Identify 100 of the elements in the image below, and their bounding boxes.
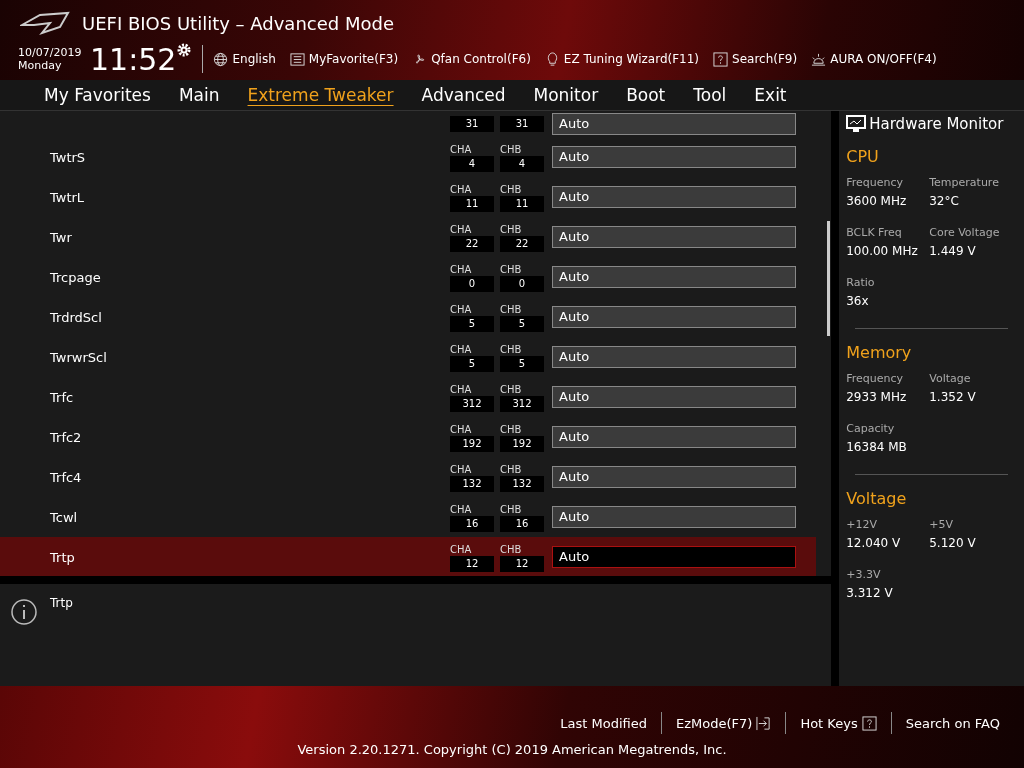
value-field[interactable]: Auto: [552, 506, 796, 528]
date-text: 10/07/2019: [18, 46, 83, 59]
toolbar-button[interactable]: MyFavorite(F3): [289, 51, 399, 67]
channel-label: CHB: [500, 222, 523, 236]
stat-value: 1.449 V: [929, 244, 977, 258]
clock-time: 11:52: [90, 41, 177, 77]
channel-label: CHB: [500, 182, 523, 196]
value-field[interactable]: Auto: [552, 113, 796, 135]
value-field[interactable]: Auto: [552, 146, 796, 168]
setting-label: TwrwrScl: [49, 349, 108, 365]
value-field[interactable]: Auto: [552, 346, 796, 368]
panel-title: Hardware Monitor: [869, 115, 1004, 133]
menu-tab[interactable]: My Favorites: [30, 80, 165, 110]
value-field[interactable]: Auto: [552, 426, 796, 448]
channel-label: CHA: [450, 462, 473, 476]
section-title: Memory: [846, 343, 913, 362]
channel-value: 192: [500, 435, 544, 452]
channel-value: 4: [450, 155, 494, 172]
channel-label: CHA: [450, 542, 473, 556]
channel-label: CHB: [500, 502, 523, 516]
value-field[interactable]: Auto: [552, 186, 796, 208]
channel-value: 312: [450, 395, 494, 412]
channel-value: 312: [500, 395, 544, 412]
menu-tab[interactable]: Exit: [740, 80, 801, 110]
toolbar-button[interactable]: EZ Tuning Wizard(F11): [544, 51, 700, 67]
footer-link[interactable]: Search on FAQ: [891, 715, 1014, 731]
value-field[interactable]: Auto: [552, 306, 796, 328]
info-icon: [10, 598, 38, 626]
toolbar-button[interactable]: English: [213, 51, 276, 67]
stat-label: Temperature: [929, 176, 1000, 189]
toolbar-button[interactable]: Search(F9): [713, 51, 798, 67]
menu-tab[interactable]: Main: [164, 80, 234, 110]
stat-value: 1.352 V: [929, 390, 977, 404]
value-field[interactable]: Auto: [552, 386, 796, 408]
stat-label: Core Voltage: [929, 226, 1001, 239]
channel-label: CHA: [450, 302, 473, 316]
channel-label: CHB: [500, 422, 523, 436]
stat-value: 3.312 V: [846, 586, 894, 600]
setting-label: Trfc2: [49, 429, 83, 445]
menu-tab[interactable]: Extreme Tweaker: [233, 80, 408, 110]
channel-label: CHA: [450, 502, 473, 516]
selected-row[interactable]: Trtp CHA 12 CHB 12 Auto: [0, 537, 816, 576]
channel-label: CHB: [500, 462, 523, 476]
menu-tab[interactable]: Boot: [612, 80, 680, 110]
stat-value: 3600 MHz: [846, 194, 908, 208]
stat-label: Voltage: [929, 372, 972, 385]
channel-value: 5: [500, 315, 544, 332]
menu-tab[interactable]: Tool: [679, 80, 741, 110]
channel-value: 16: [450, 515, 494, 532]
stat-label: +5V: [929, 518, 954, 531]
version-text: Version 2.20.1271. Copyright (C) 2019 American Megatrends, Inc.: [297, 742, 727, 757]
channel-value: 132: [450, 475, 494, 492]
scrollbar[interactable]: [827, 221, 830, 336]
setting-label: TrdrdScl: [49, 309, 103, 325]
stat-value: 5.120 V: [929, 536, 977, 550]
value-field[interactable]: Auto: [552, 266, 796, 288]
channel-value: 31: [500, 116, 544, 132]
day-text: Monday: [18, 59, 63, 72]
channel-value: 12: [450, 555, 494, 572]
channel-label: CHB: [500, 262, 523, 276]
stat-value: 12.040 V: [846, 536, 902, 550]
channel-value: 12: [500, 555, 544, 572]
channel-value: 5: [450, 315, 494, 332]
footer-link[interactable]: Last Modified: [546, 715, 661, 731]
channel-label: CHA: [450, 422, 473, 436]
toolbar-button[interactable]: Qfan Control(F6): [412, 51, 531, 67]
value-field[interactable]: Auto: [552, 226, 796, 248]
setting-label: Trfc: [49, 389, 75, 405]
settings-icon[interactable]: [176, 42, 193, 58]
setting-label: Twr: [49, 229, 73, 245]
setting-label: Trfc4: [49, 469, 83, 485]
channel-label: CHB: [500, 382, 523, 396]
channel-label: CHB: [500, 142, 523, 156]
channel-label: CHA: [450, 142, 473, 156]
stat-label: Frequency: [846, 372, 905, 385]
menu-tab[interactable]: Advanced: [407, 80, 520, 110]
channel-value: 4: [500, 155, 544, 172]
footer-link[interactable]: EzMode(F7): [662, 715, 786, 731]
list-icon: [289, 51, 305, 67]
menu-tab[interactable]: Monitor: [519, 80, 613, 110]
channel-value: 31: [450, 116, 494, 132]
value-field[interactable]: Auto: [552, 466, 796, 488]
channel-value: 11: [450, 195, 494, 212]
setting-label: TwtrS: [49, 149, 87, 165]
lamp-icon: [811, 51, 827, 67]
channel-label: CHA: [450, 382, 473, 396]
stat-label: Frequency: [846, 176, 905, 189]
stat-label: +12V: [846, 518, 878, 531]
channel-value: 192: [450, 435, 494, 452]
value-field[interactable]: Auto: [552, 546, 796, 568]
stat-label: BCLK Freq: [846, 226, 903, 239]
channel-label: CHB: [500, 342, 523, 356]
stat-value: 2933 MHz: [846, 390, 908, 404]
channel-label: CHA: [450, 182, 473, 196]
channel-label: CHB: [500, 302, 523, 316]
channel-value: 5: [500, 355, 544, 372]
footer-link[interactable]: Hot Keys: [786, 715, 891, 731]
app-title: UEFI BIOS Utility – Advanced Mode: [82, 12, 394, 34]
channel-label: CHA: [450, 262, 473, 276]
toolbar-button[interactable]: AURA ON/OFF(F4): [811, 51, 937, 67]
